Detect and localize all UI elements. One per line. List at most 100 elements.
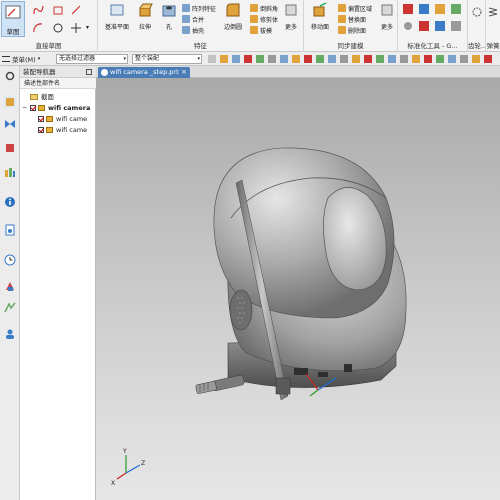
- ribbon-group-label: 齿轮...: [468, 42, 485, 50]
- line-icon[interactable]: [70, 4, 82, 16]
- offset-region-button[interactable]: 偏置区域: [338, 3, 372, 13]
- snap-icon[interactable]: [316, 55, 324, 63]
- more-sketch-dropdown[interactable]: ▾: [86, 24, 89, 31]
- chevron-down-icon: ▾: [197, 56, 200, 62]
- wifi-camera-model[interactable]: Y Z X: [96, 78, 500, 500]
- standard-tool-icon[interactable]: [450, 20, 462, 32]
- view-triad: Y Z X: [111, 448, 145, 487]
- visibility-checkbox[interactable]: [38, 127, 44, 133]
- collapse-icon[interactable]: −: [22, 103, 27, 113]
- unite-button[interactable]: 合并: [182, 14, 204, 24]
- shell-button[interactable]: 抽壳: [182, 25, 204, 35]
- snap-icon[interactable]: [220, 55, 228, 63]
- ribbon-group-label: 标准化工具 - G...: [407, 42, 458, 50]
- menu-button[interactable]: 菜单(M) ▾: [2, 54, 40, 64]
- visibility-checkbox[interactable]: [30, 105, 36, 111]
- close-icon[interactable]: ×: [181, 67, 187, 78]
- maximize-icon[interactable]: [86, 69, 92, 75]
- extrude-button[interactable]: 拉伸: [134, 2, 156, 31]
- move-face-button[interactable]: 移动面: [307, 2, 333, 31]
- selection-filter-dropdown[interactable]: 无选择过滤器 ▾: [56, 54, 128, 64]
- standard-tool-icon[interactable]: [450, 3, 462, 15]
- snap-icon[interactable]: [400, 55, 408, 63]
- snap-icon[interactable]: [256, 55, 264, 63]
- trim-body-icon: [250, 15, 258, 23]
- document-tab[interactable]: wifi camera _step.prt ×: [98, 67, 190, 78]
- hole-icon: [162, 5, 176, 17]
- selection-scope-dropdown[interactable]: 整个装配 ▾: [132, 54, 202, 64]
- standard-tool-icon[interactable]: [418, 3, 430, 15]
- constraint-navigator-icon[interactable]: [4, 118, 16, 130]
- snap-icon[interactable]: [448, 55, 456, 63]
- ribbon-group-gear: 齿轮...: [468, 0, 486, 52]
- snap-icon[interactable]: [292, 55, 300, 63]
- standard-tool-icon[interactable]: [434, 20, 446, 32]
- tree-row-root-assembly[interactable]: − wifi camera: [20, 103, 96, 113]
- standard-tool-icon[interactable]: [434, 3, 446, 15]
- hole-button[interactable]: 孔: [158, 2, 180, 31]
- draft-button[interactable]: 拔模: [250, 25, 272, 35]
- edge-blend-button[interactable]: 边倒圆: [220, 2, 246, 31]
- system-material-icon[interactable]: [4, 280, 16, 292]
- circle-icon[interactable]: [52, 22, 64, 34]
- assembly-icon: [38, 105, 45, 111]
- snap-icon[interactable]: [268, 55, 276, 63]
- column-header-part-name[interactable]: 描述性部件名: [20, 78, 96, 89]
- spring-icon[interactable]: [487, 6, 499, 18]
- standard-tool-icon[interactable]: [402, 20, 414, 32]
- sd-slot: [344, 364, 352, 372]
- standard-tool-icon[interactable]: [402, 3, 414, 15]
- snap-icon[interactable]: [280, 55, 288, 63]
- history-icon[interactable]: [4, 254, 16, 266]
- snap-icon[interactable]: [232, 55, 240, 63]
- ribbon-group-direct-sketch: 草图 ▾ 直接草图: [0, 0, 98, 52]
- ribbon-group-feature: 基准平面 拉伸 孔 阵列特征 合并 抽壳 边倒圆 倒斜角 修剪体 拔模 更多 特…: [98, 0, 304, 52]
- graphics-window[interactable]: Y Z X: [96, 78, 500, 500]
- snap-icon[interactable]: [388, 55, 396, 63]
- gear-icon[interactable]: [471, 6, 483, 18]
- snap-icon[interactable]: [436, 55, 444, 63]
- standard-tool-icon[interactable]: [418, 20, 430, 32]
- chamfer-button[interactable]: 倒斜角: [250, 3, 278, 13]
- more-sync-button[interactable]: 更多: [376, 2, 398, 31]
- visibility-checkbox[interactable]: [38, 116, 44, 122]
- datum-plane-button[interactable]: 基准平面: [102, 2, 132, 31]
- snap-icon[interactable]: [352, 55, 360, 63]
- plus-icon[interactable]: [70, 22, 82, 34]
- document-tab-strip: wifi camera _step.prt ×: [96, 66, 500, 78]
- replace-face-icon: [338, 15, 346, 23]
- delete-face-button[interactable]: 删除面: [338, 25, 366, 35]
- tree-row-section[interactable]: 截面: [20, 92, 96, 102]
- tree-row-component[interactable]: wifi came: [20, 125, 96, 135]
- trim-body-button[interactable]: 修剪体: [250, 14, 278, 24]
- web-browser-icon[interactable]: [4, 224, 16, 236]
- sketch-button[interactable]: 草图: [1, 1, 25, 37]
- snap-icon[interactable]: [340, 55, 348, 63]
- snap-icon[interactable]: [412, 55, 420, 63]
- snap-icon[interactable]: [328, 55, 336, 63]
- folder-icon: [30, 94, 38, 100]
- assembly-navigator-icon[interactable]: [4, 96, 16, 108]
- reuse-library-icon[interactable]: [4, 166, 16, 178]
- snap-icon[interactable]: [244, 55, 252, 63]
- snap-icon[interactable]: [424, 55, 432, 63]
- tree-row-component[interactable]: wifi came: [20, 114, 96, 124]
- gear-icon[interactable]: [4, 70, 16, 82]
- snap-icon[interactable]: [304, 55, 312, 63]
- snap-icon[interactable]: [460, 55, 468, 63]
- select-arrow-icon[interactable]: [208, 55, 216, 63]
- roles-icon[interactable]: [4, 328, 16, 340]
- pattern-feature-button[interactable]: 阵列特征: [182, 3, 216, 13]
- replace-face-button[interactable]: 替换面: [338, 14, 366, 24]
- snap-icon[interactable]: [376, 55, 384, 63]
- snap-icon[interactable]: [484, 55, 492, 63]
- snap-icon[interactable]: [472, 55, 480, 63]
- snap-icon[interactable]: [364, 55, 372, 63]
- info-icon[interactable]: [4, 196, 16, 208]
- arc-icon[interactable]: [32, 22, 44, 34]
- profile-icon[interactable]: [32, 4, 44, 16]
- more-feature-button[interactable]: 更多: [280, 2, 302, 31]
- process-studio-icon[interactable]: [4, 302, 16, 314]
- part-navigator-icon[interactable]: [4, 142, 16, 154]
- rectangle-icon[interactable]: [52, 4, 64, 16]
